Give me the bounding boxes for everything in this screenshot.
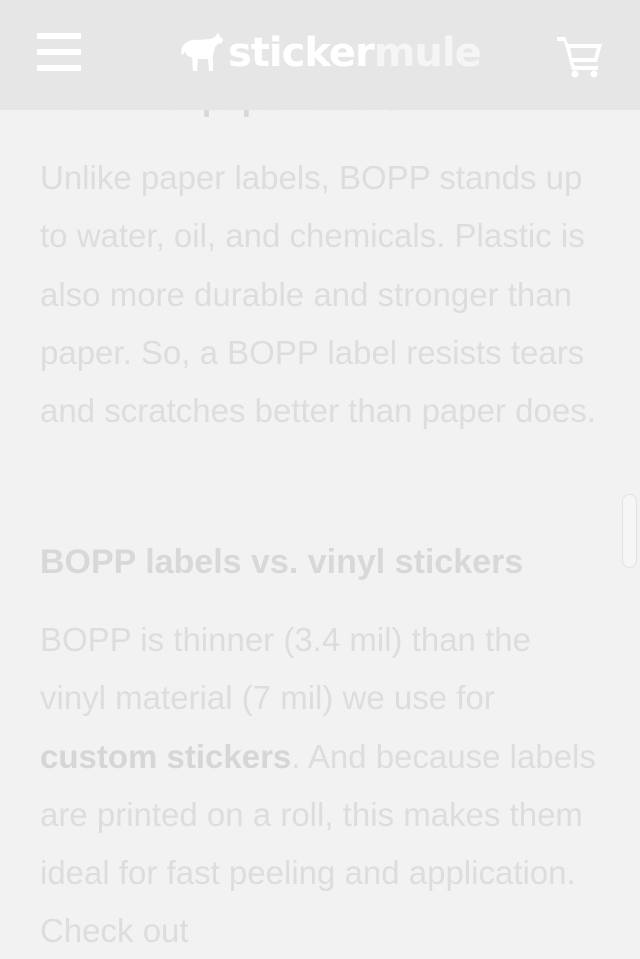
section-heading-bopp-vs-vinyl: BOPP labels vs. vinyl stickers — [40, 543, 524, 581]
page: BOPP vs. paper labels Unlike paper label… — [0, 0, 640, 959]
brand-wordmark-part2: mule — [373, 30, 482, 76]
paragraph-bopp-vs-vinyl: BOPP is thinner (3.4 mil) than the vinyl… — [40, 611, 600, 959]
mule-logo-icon — [181, 33, 223, 71]
brand-logo[interactable]: stickermule — [180, 30, 482, 76]
hamburger-menu-icon[interactable] — [37, 33, 81, 73]
custom-stickers-link[interactable]: custom stickers — [40, 738, 291, 775]
paragraph-text-start: BOPP is thinner (3.4 mil) than the vinyl… — [40, 621, 531, 717]
scrollbar-thumb[interactable] — [622, 494, 637, 568]
brand-wordmark: stickermule — [228, 30, 482, 76]
shopping-cart-icon[interactable] — [556, 34, 604, 78]
top-nav-bar: stickermule — [0, 0, 640, 110]
paragraph-bopp-vs-paper: Unlike paper labels, BOPP stands up to w… — [40, 159, 596, 430]
brand-wordmark-part1: sticker — [228, 30, 375, 76]
